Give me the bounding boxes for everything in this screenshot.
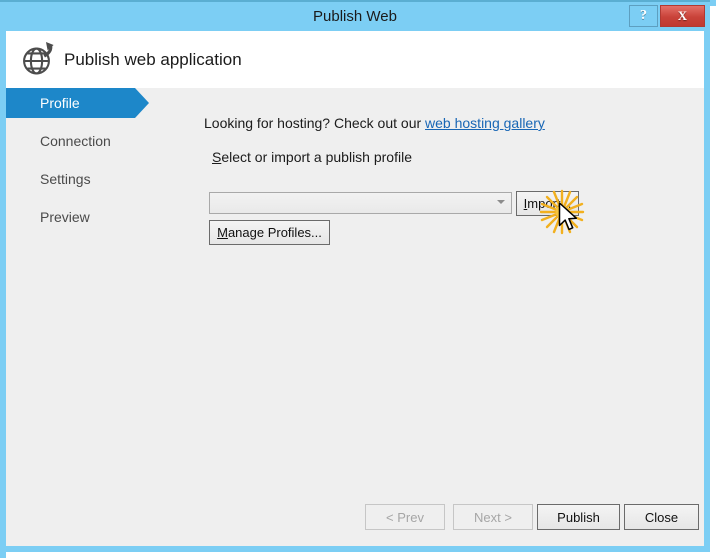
profile-field-label-accel: S <box>212 149 222 165</box>
sidebar-item-profile[interactable]: Profile <box>6 88 149 118</box>
sidebar-item-label: Connection <box>40 133 111 149</box>
page-title: Publish web application <box>64 50 242 69</box>
prev-button-label: < Prev <box>386 509 424 525</box>
question-mark-icon: ? <box>640 8 647 23</box>
profile-field-label: Select or import a publish profile <box>212 149 412 165</box>
chevron-down-icon <box>497 200 505 204</box>
import-button-label: Import... <box>524 196 572 211</box>
window-title: Publish Web <box>313 8 397 25</box>
manage-profiles-button-accel: M <box>217 225 228 240</box>
sidebar-item-label: Profile <box>40 95 80 111</box>
title-bar: Publish Web ? X <box>0 0 710 31</box>
window-controls: ? X <box>629 5 705 27</box>
wizard-step-nav: Profile Connection Settings Preview <box>6 88 186 546</box>
import-button[interactable]: Import... <box>516 191 579 216</box>
wizard-footer: < Prev Next > Publish Close <box>6 488 704 546</box>
prev-button[interactable]: < Prev <box>365 504 445 530</box>
manage-profiles-button-rest: anage Profiles... <box>227 225 322 240</box>
dialog-body: Profile Connection Settings Preview Look… <box>6 88 704 546</box>
sidebar-item-preview[interactable]: Preview <box>6 202 186 232</box>
close-button-label: Close <box>644 509 679 525</box>
sidebar-item-label: Preview <box>40 209 90 225</box>
close-x-icon: X <box>677 8 688 23</box>
hosting-prompt: Looking for hosting? Check out our web h… <box>204 115 545 131</box>
manage-profiles-button[interactable]: Manage Profiles... <box>209 220 330 245</box>
window-frame-bottom <box>6 552 716 558</box>
close-button[interactable]: Close <box>624 504 699 530</box>
sidebar-item-settings[interactable]: Settings <box>6 164 186 194</box>
publish-profile-combobox[interactable] <box>209 192 512 214</box>
manage-profiles-button-label: Manage Profiles... <box>217 225 322 240</box>
close-window-button[interactable]: X <box>660 5 705 27</box>
next-button-label: Next > <box>474 509 512 525</box>
sidebar-item-connection[interactable]: Connection <box>6 126 186 156</box>
dialog-header: Publish web application <box>6 31 704 88</box>
import-button-rest: mport... <box>527 196 572 211</box>
next-button[interactable]: Next > <box>453 504 533 530</box>
globe-publish-icon <box>19 40 59 80</box>
profile-field-label-rest: elect or import a publish profile <box>221 149 412 165</box>
sidebar-item-label: Settings <box>40 171 91 187</box>
publish-button-label: Publish <box>557 509 600 525</box>
help-button[interactable]: ? <box>629 5 658 27</box>
publish-web-dialog: Publish Web ? X Publish web application … <box>0 0 716 558</box>
window-frame-right <box>710 6 716 558</box>
publish-button[interactable]: Publish <box>537 504 620 530</box>
hosting-prompt-text: Looking for hosting? Check out our <box>204 115 426 131</box>
web-hosting-gallery-link[interactable]: web hosting gallery <box>425 115 545 131</box>
